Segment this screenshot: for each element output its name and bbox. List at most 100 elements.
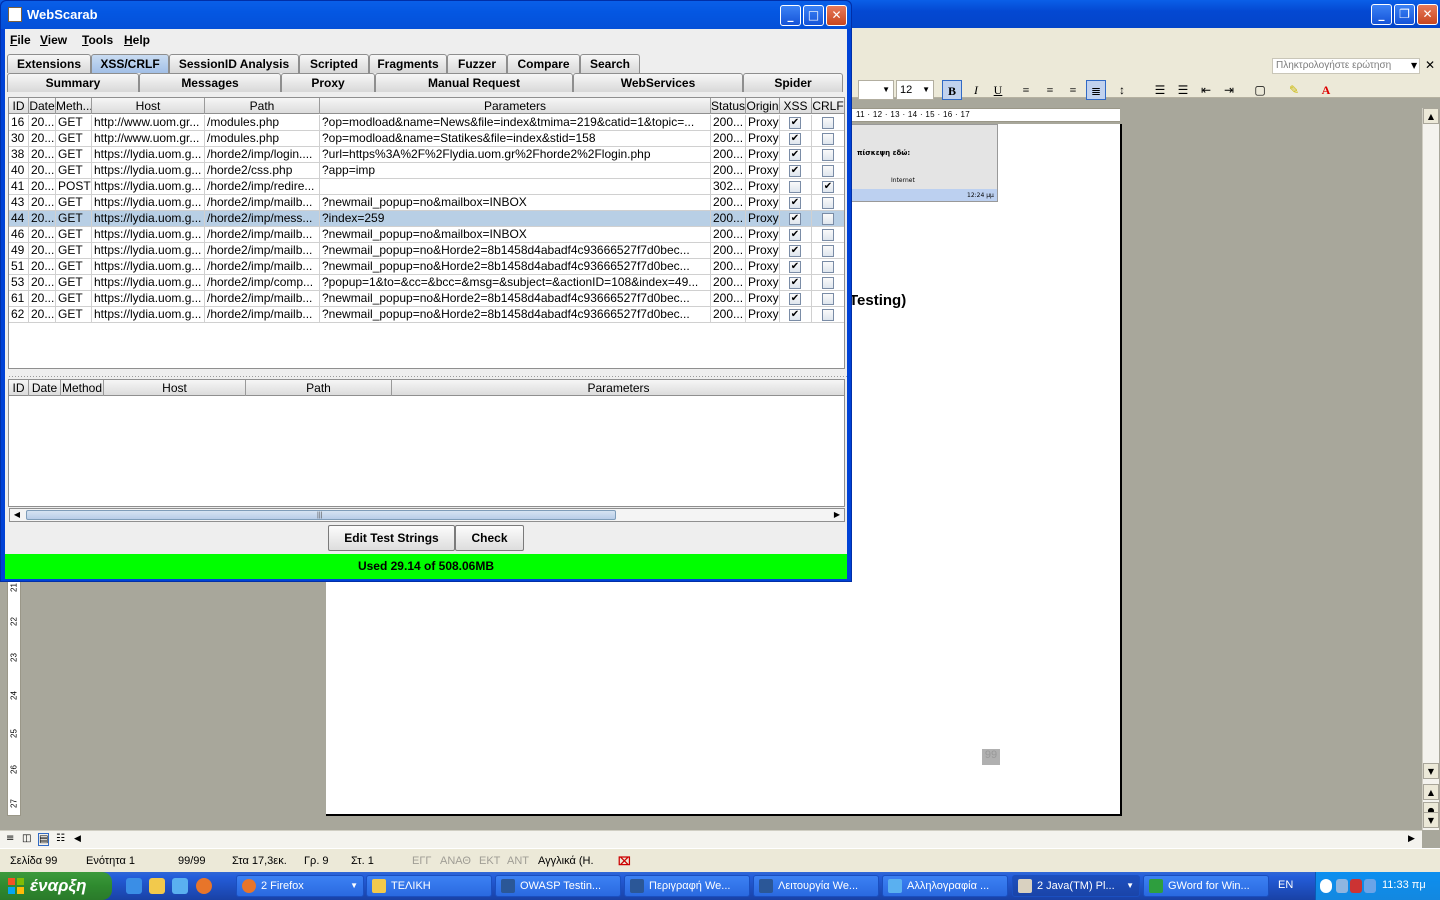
quicklaunch-ie-icon[interactable] xyxy=(126,878,142,894)
tab-manual-request[interactable]: Manual Request xyxy=(375,73,573,92)
print-view-icon[interactable]: ▤ xyxy=(38,833,50,846)
bold-button[interactable]: B xyxy=(942,80,962,100)
table-row[interactable]: 41 20... POST https://lydia.uom.g.../horde2… xyxy=(9,179,844,195)
crlf-checkbox[interactable]: ✔ xyxy=(822,181,834,193)
crlf-checkbox[interactable] xyxy=(822,165,834,177)
spelling-status-icon[interactable]: ⌧ xyxy=(618,855,631,868)
font-size-combo[interactable]: 12 ▼ xyxy=(896,80,934,100)
maximize-button[interactable]: □ xyxy=(803,5,824,26)
tab-fragments[interactable]: Fragments xyxy=(369,54,447,73)
menu-help[interactable]: Help xyxy=(124,33,150,47)
language-indicator[interactable]: EN xyxy=(1278,879,1293,891)
word-minimize-button[interactable]: _ xyxy=(1371,4,1392,25)
table-row[interactable]: 43 20... GET https://lydia.uom.g.../horde2/… xyxy=(9,195,844,211)
xss-checkbox[interactable]: ✔ xyxy=(789,229,801,241)
crlf-checkbox[interactable] xyxy=(822,229,834,241)
tab-search[interactable]: Search xyxy=(580,54,640,73)
italic-button[interactable]: I xyxy=(966,80,986,100)
network-icon[interactable] xyxy=(1336,879,1348,893)
start-button[interactable]: έναρξη xyxy=(0,872,112,900)
crlf-checkbox[interactable] xyxy=(822,133,834,145)
tab-proxy[interactable]: Proxy xyxy=(281,73,375,92)
crlf-checkbox[interactable] xyxy=(822,245,834,257)
table-row[interactable]: 38 20... GET https://lydia.uom.g.../horde2/… xyxy=(9,147,844,163)
decrease-indent-icon[interactable]: ⇤ xyxy=(1196,80,1216,100)
test-requests-table[interactable]: ID Date Method Host Path Parameters xyxy=(8,379,845,507)
column-header-id[interactable]: ID xyxy=(9,380,29,396)
task-gword[interactable]: GWord for Win... xyxy=(1143,875,1269,897)
crlf-checkbox[interactable] xyxy=(822,293,834,305)
tab-extensions[interactable]: Extensions xyxy=(7,54,91,73)
tab-spider[interactable]: Spider xyxy=(743,73,843,92)
vulnerable-requests-table[interactable]: ID Date Meth... Host Path Parameters Status Ori… xyxy=(8,97,845,369)
scroll-right-icon[interactable]: ▶ xyxy=(1408,834,1415,844)
web-view-icon[interactable]: ◫ xyxy=(22,833,31,844)
normal-view-icon[interactable]: ≡ xyxy=(6,833,14,844)
menu-file[interactable]: File xyxy=(10,33,31,47)
crlf-checkbox[interactable] xyxy=(822,117,834,129)
tab-xss-crlf[interactable]: XSS/CRLF xyxy=(91,54,169,73)
tab-compare[interactable]: Compare xyxy=(507,54,580,73)
scroll-left-icon[interactable]: ◀ xyxy=(74,834,81,844)
antivirus-icon[interactable] xyxy=(1350,879,1362,893)
border-icon[interactable]: ▢ xyxy=(1250,80,1270,100)
menu-view[interactable]: View xyxy=(40,33,67,47)
quicklaunch-browser-icon[interactable] xyxy=(172,878,188,894)
status-trk[interactable]: ΑΝΑΘ xyxy=(440,855,471,867)
status-ovr[interactable]: ΑΝΤ xyxy=(507,855,529,867)
scroll-left-icon[interactable]: ◀ xyxy=(10,509,24,521)
table-row[interactable]: 30 20... GET http://www.uom.gr.../modules.p… xyxy=(9,131,844,147)
tab-fuzzer[interactable]: Fuzzer xyxy=(447,54,507,73)
align-center-icon[interactable]: ≡ xyxy=(1040,80,1060,100)
tray-arrow-icon[interactable] xyxy=(1320,879,1332,893)
column-header-date[interactable]: Date xyxy=(29,380,61,396)
scroll-right-icon[interactable]: ▶ xyxy=(830,509,844,521)
outline-view-icon[interactable]: ☷ xyxy=(56,833,65,844)
previous-page-icon[interactable]: ▲ xyxy=(1423,784,1439,800)
task-teliki[interactable]: ΤΕΛΙΚΗ xyxy=(366,875,492,897)
xss-checkbox[interactable]: ✔ xyxy=(789,213,801,225)
column-header-path[interactable]: Path xyxy=(205,98,320,114)
column-header-host[interactable]: Host xyxy=(104,380,246,396)
align-left-icon[interactable]: ≡ xyxy=(1016,80,1036,100)
scrollbar-thumb[interactable]: ||| xyxy=(26,510,616,520)
word-help-search-input[interactable]: Πληκτρολογήστε ερώτηση xyxy=(1272,58,1420,74)
column-header-parameters[interactable]: Parameters xyxy=(392,380,844,396)
crlf-checkbox[interactable] xyxy=(822,261,834,273)
next-page-icon[interactable]: ▼ xyxy=(1423,812,1439,828)
increase-indent-icon[interactable]: ⇥ xyxy=(1219,80,1239,100)
column-header-origin[interactable]: Origin xyxy=(746,98,780,114)
close-button[interactable]: ✕ xyxy=(826,5,847,26)
crlf-checkbox[interactable] xyxy=(822,213,834,225)
xss-checkbox[interactable] xyxy=(789,181,801,193)
table-row[interactable]: 53 20... GET https://lydia.uom.g.../horde2/… xyxy=(9,275,844,291)
word-close-button[interactable]: ✕ xyxy=(1417,4,1438,25)
tab-sessionid-analysis[interactable]: SessionID Analysis xyxy=(169,54,299,73)
tab-scripted[interactable]: Scripted xyxy=(299,54,369,73)
table-horizontal-scrollbar[interactable]: ◀ ||| ▶ xyxy=(9,508,845,522)
table-row[interactable]: 61 20... GET https://lydia.uom.g.../horde2/… xyxy=(9,291,844,307)
xss-checkbox[interactable]: ✔ xyxy=(789,197,801,209)
webscarab-titlebar[interactable]: WebScarab _ □ ✕ xyxy=(1,1,851,29)
task-leitourgia[interactable]: Λειτουργία We... xyxy=(753,875,879,897)
column-header-date[interactable]: Date xyxy=(29,98,56,114)
table-row[interactable]: 46 20... GET https://lydia.uom.g.../horde2/… xyxy=(9,227,844,243)
table-row[interactable]: 51 20... GET https://lydia.uom.g.../horde2/… xyxy=(9,259,844,275)
task-owasp[interactable]: OWASP Testin... xyxy=(495,875,621,897)
scroll-up-icon[interactable]: ▲ xyxy=(1423,108,1439,124)
table-row[interactable]: 49 20... GET https://lydia.uom.g.../horde2/… xyxy=(9,243,844,259)
xss-checkbox[interactable]: ✔ xyxy=(789,261,801,273)
word-restore-button[interactable]: ❐ xyxy=(1394,4,1415,25)
tab-messages[interactable]: Messages xyxy=(139,73,281,92)
crlf-checkbox[interactable] xyxy=(822,277,834,289)
volume-icon[interactable] xyxy=(1364,879,1376,893)
minimize-button[interactable]: _ xyxy=(780,5,801,26)
column-header-parameters[interactable]: Parameters xyxy=(320,98,711,114)
justify-icon[interactable]: ≣ xyxy=(1086,80,1106,100)
column-header-status[interactable]: Status xyxy=(711,98,746,114)
task-java[interactable]: 2 Java(TM) Pl... ▼ xyxy=(1012,875,1140,897)
menu-tools[interactable]: Tools xyxy=(82,33,113,47)
crlf-checkbox[interactable] xyxy=(822,149,834,161)
xss-checkbox[interactable]: ✔ xyxy=(789,293,801,305)
chevron-down-icon[interactable]: ▼ xyxy=(1411,61,1417,70)
